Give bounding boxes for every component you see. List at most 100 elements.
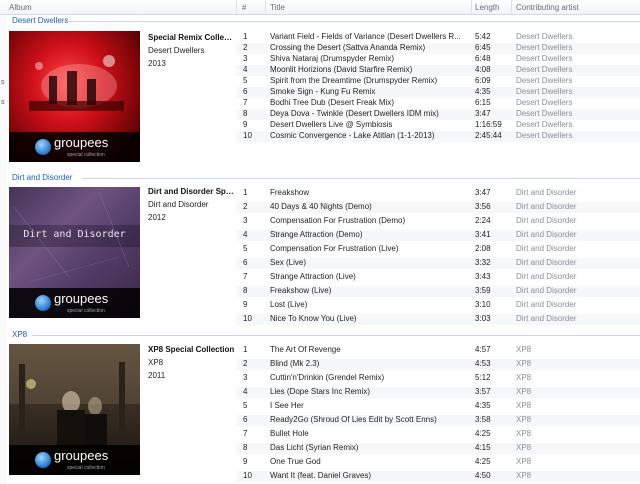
track-row[interactable]: 8 Deya Dova - Twinkle (Desert Dwellers ID… — [236, 109, 640, 120]
album-artist[interactable]: XP8 — [148, 356, 236, 369]
track-title: Lost (Live) — [270, 300, 308, 309]
track-title: One True God — [270, 457, 321, 466]
album-year[interactable]: 2012 — [148, 211, 236, 224]
column-header-artist[interactable]: Contributing artist — [516, 3, 579, 12]
track-title: Sex (Live) — [270, 258, 307, 267]
track-length: 3:32 — [475, 258, 491, 267]
track-length: 4:15 — [475, 443, 491, 452]
track-row[interactable]: 2 Crossing the Desert (Sattva Ananda Remi… — [236, 43, 640, 54]
column-header-length[interactable]: Length — [475, 3, 499, 12]
track-row[interactable]: 3 Cuttin'n'Drinkin (Grendel Remix) 5:12 XP8 — [236, 373, 640, 384]
column-header-number[interactable]: # — [242, 3, 246, 12]
track-row[interactable]: 5 Spirit from the Dreamtime (Drumspyder R… — [236, 76, 640, 87]
track-number: 8 — [243, 109, 248, 118]
column-header-title[interactable]: Title — [270, 3, 285, 12]
track-artist: XP8 — [516, 457, 532, 466]
track-row[interactable]: 9 One True God 4:25 XP8 — [236, 457, 640, 468]
track-title: Crossing the Desert (Sattva Ananda Remix… — [270, 43, 426, 52]
track-title: Shiva Nataraj (Drumspyder Remix) — [270, 54, 395, 63]
album-artist[interactable]: Desert Dwellers — [148, 44, 236, 57]
track-row[interactable]: 6 Smoke Sign - Kung Fu Remix 4:35 Desert Dw… — [236, 87, 640, 98]
album-art[interactable]: Dirt and Disorder groupees special colle… — [9, 187, 140, 318]
track-row[interactable]: 2 Blind (Mk 2.3) 4:53 XP8 — [236, 359, 640, 370]
track-artist: Dirt and Disorder — [516, 258, 577, 267]
track-row[interactable]: 9 Lost (Live) 3:10 Dirt and Disorder — [236, 300, 640, 311]
track-length: 6:09 — [475, 76, 491, 85]
track-row[interactable]: 2 40 Days & 40 Nights (Demo) 3:56 Dirt and … — [236, 202, 640, 213]
track-artist: Desert Dwellers — [516, 43, 573, 52]
track-row[interactable]: 1 Freakshow 3:47 Dirt and Disorder — [236, 188, 640, 199]
track-artist: XP8 — [516, 471, 532, 480]
track-title: Deya Dova - Twinkle (Desert Dwellers IDM… — [270, 109, 439, 118]
column-separator[interactable] — [265, 0, 266, 14]
track-row[interactable]: 10 Want It (feat. Daniel Graves) 4:50 XP8 — [236, 471, 640, 482]
track-row[interactable]: 9 Desert Dwellers Live @ Symbiosis 1:16:59… — [236, 120, 640, 131]
track-title: Spirit from the Dreamtime (Drumspyder Re… — [270, 76, 438, 85]
track-row[interactable]: 5 I See Her 4:35 XP8 — [236, 401, 640, 412]
track-number: 4 — [243, 230, 248, 239]
track-number: 10 — [243, 314, 252, 323]
track-row[interactable]: 3 Shiva Nataraj (Drumspyder Remix) 6:48 Des… — [236, 54, 640, 65]
track-row[interactable]: 3 Compensation For Frustration (Demo) 2:24… — [236, 216, 640, 227]
track-length: 4:35 — [475, 401, 491, 410]
album-year[interactable]: 2011 — [148, 369, 236, 382]
group-header-label[interactable]: XP8 — [12, 330, 27, 339]
track-artist: Desert Dwellers — [516, 32, 573, 41]
group-header-label[interactable]: Dirt and Disorder — [12, 173, 72, 182]
groupees-logo-icon — [35, 295, 51, 311]
album-artist[interactable]: Dirt and Disorder — [148, 198, 236, 211]
track-number: 7 — [243, 98, 248, 107]
track-number: 8 — [243, 443, 248, 452]
album-metadata: Dirt and Disorder Spe... Dirt and Disord… — [148, 185, 236, 224]
track-title: The Art Of Revenge — [270, 345, 341, 354]
track-number: 5 — [243, 76, 248, 85]
track-row[interactable]: 4 Lies (Dope Stars Inc Remix) 3:57 XP8 — [236, 387, 640, 398]
album-art[interactable]: groupees special collection — [9, 31, 140, 162]
track-length: 3:47 — [475, 109, 491, 118]
track-number: 8 — [243, 286, 248, 295]
track-title: Nice To Know You (Live) — [270, 314, 357, 323]
track-row[interactable]: 6 Sex (Live) 3:32 Dirt and Disorder — [236, 258, 640, 269]
album-year[interactable]: 2013 — [148, 57, 236, 70]
track-number: 7 — [243, 429, 248, 438]
column-separator[interactable] — [236, 0, 237, 14]
track-artist: XP8 — [516, 387, 532, 396]
track-title: Moonlit Horizions (David Starfire Remix) — [270, 65, 413, 74]
track-row[interactable]: 10 Nice To Know You (Live) 3:03 Dirt and Di… — [236, 314, 640, 325]
album-title[interactable]: Dirt and Disorder Spe... — [148, 185, 236, 198]
track-row[interactable]: 8 Freakshow (Live) 3:59 Dirt and Disorder — [236, 286, 640, 297]
track-title: Bullet Hole — [270, 429, 309, 438]
album-title[interactable]: Special Remix Collecti... — [148, 31, 236, 44]
track-row[interactable]: 6 Ready2Go (Shroud Of Lies Edit by Scott … — [236, 415, 640, 426]
track-length: 2:08 — [475, 244, 491, 253]
column-separator[interactable] — [511, 0, 512, 14]
track-row[interactable]: 7 Strange Attraction (Live) 3:43 Dirt and D… — [236, 272, 640, 283]
track-title: Variant Field - Fields of Variance (Dese… — [270, 32, 461, 41]
track-number: 3 — [243, 54, 248, 63]
track-row[interactable]: 5 Compensation For Frustration (Live) 2:08… — [236, 244, 640, 255]
groupees-logo-text: groupees — [54, 135, 109, 150]
track-row[interactable]: 10 Cosmic Convergence - Lake Atitlan (1-1… — [236, 131, 640, 142]
track-row[interactable]: 1 The Art Of Revenge 4:57 XP8 — [236, 345, 640, 356]
column-separator[interactable] — [471, 0, 472, 14]
track-artist: Dirt and Disorder — [516, 230, 577, 239]
track-artist: Desert Dwellers — [516, 65, 573, 74]
track-row[interactable]: 7 Bullet Hole 4:25 XP8 — [236, 429, 640, 440]
album-title[interactable]: XP8 Special Collection — [148, 343, 236, 356]
column-header-album[interactable]: Album — [9, 3, 32, 12]
track-number: 9 — [243, 457, 248, 466]
track-number: 1 — [243, 32, 248, 41]
track-row[interactable]: 1 Variant Field - Fields of Variance (Des… — [236, 32, 640, 43]
track-row[interactable]: 7 Bodhi Tree Dub (Desert Freak Mix) 6:15 De… — [236, 98, 640, 109]
track-artist: Dirt and Disorder — [516, 188, 577, 197]
track-row[interactable]: 8 Das Licht (Syrian Remix) 4:15 XP8 — [236, 443, 640, 454]
track-row[interactable]: 4 Moonlit Horizions (David Starfire Remix… — [236, 65, 640, 76]
track-title: I See Her — [270, 401, 304, 410]
album-art[interactable]: groupees special collection — [9, 344, 140, 475]
track-length: 6:15 — [475, 98, 491, 107]
track-row[interactable]: 4 Strange Attraction (Demo) 3:41 Dirt and D… — [236, 230, 640, 241]
track-length: 5:42 — [475, 32, 491, 41]
track-artist: XP8 — [516, 373, 532, 382]
track-number: 1 — [243, 345, 248, 354]
track-length: 4:25 — [475, 457, 491, 466]
